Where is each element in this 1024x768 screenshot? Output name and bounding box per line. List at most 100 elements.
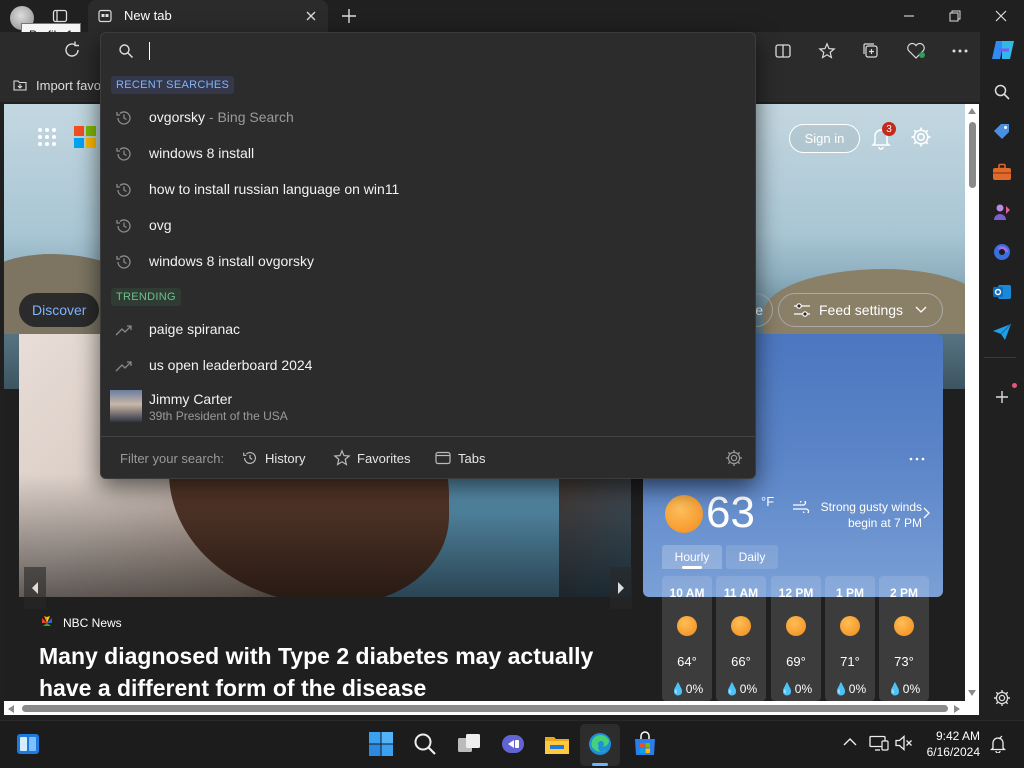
trending-arrow-icon <box>114 356 134 376</box>
scroll-up-arrow-icon[interactable] <box>967 107 977 115</box>
sunny-icon <box>894 616 914 636</box>
recent-search-text: ovgorsky <box>149 109 206 125</box>
split-screen-icon[interactable] <box>774 42 792 60</box>
trending-label: TRENDING <box>111 288 181 306</box>
sidebar-send-icon[interactable] <box>990 320 1014 344</box>
scroll-down-arrow-icon[interactable] <box>967 689 977 697</box>
temperature-unit: °F <box>761 494 775 509</box>
close-tab-icon[interactable] <box>304 9 318 23</box>
recent-search-item[interactable]: windows 8 install <box>101 135 755 171</box>
horizontal-scrollbar-thumb[interactable] <box>22 705 948 712</box>
page-settings-gear-icon[interactable] <box>910 126 932 148</box>
microsoft-store-icon[interactable] <box>632 731 658 757</box>
sidebar-outlook-icon[interactable] <box>990 280 1014 304</box>
history-icon <box>114 180 134 200</box>
recent-search-item[interactable]: windows 8 install ovgorsky <box>101 243 755 279</box>
history-icon <box>114 108 134 128</box>
nbc-news-logo-icon <box>40 615 54 629</box>
hour-temperature: 73° <box>894 654 914 669</box>
filter-history-button[interactable]: History <box>241 446 305 470</box>
sidebar-add-icon[interactable] <box>990 385 1014 409</box>
more-options-icon[interactable] <box>950 42 970 60</box>
volume-muted-icon[interactable] <box>895 735 913 751</box>
history-icon <box>114 216 134 236</box>
show-hidden-icons-chevron-icon[interactable] <box>843 737 857 747</box>
teams-chat-icon[interactable] <box>500 731 526 757</box>
sidebar-settings-gear-icon[interactable] <box>990 686 1014 710</box>
clock-date: 6/16/2024 <box>926 745 980 759</box>
start-menu-icon[interactable] <box>368 731 394 757</box>
collections-icon[interactable] <box>862 42 880 60</box>
filter-label: Filter your search: <box>120 451 225 466</box>
file-explorer-icon[interactable] <box>544 731 570 757</box>
sign-in-button[interactable]: Sign in <box>789 124 860 153</box>
carousel-next-button[interactable] <box>610 567 632 609</box>
sidebar-search-icon[interactable] <box>990 80 1014 104</box>
import-favorites-link[interactable]: Import favo <box>36 78 101 93</box>
chevron-right-icon[interactable] <box>922 507 932 519</box>
sidebar-games-icon[interactable] <box>990 200 1014 224</box>
refresh-icon[interactable] <box>62 40 82 60</box>
close-window-button[interactable] <box>978 0 1024 32</box>
trending-text: paige spiranac <box>149 321 241 337</box>
entity-suggestion-item[interactable]: Jimmy Carter 39th President of the USA <box>101 385 755 425</box>
address-bar-input[interactable] <box>101 33 755 71</box>
copilot-icon[interactable] <box>990 38 1016 62</box>
filter-tabs-button[interactable]: Tabs <box>434 446 485 470</box>
weather-more-icon[interactable] <box>906 452 928 466</box>
system-clock[interactable]: 9:42 AM 6/16/2024 <box>918 728 980 760</box>
tab-actions-icon[interactable] <box>52 8 68 24</box>
hour-temperature: 66° <box>731 654 751 669</box>
trending-item[interactable]: us open leaderboard 2024 <box>101 347 755 383</box>
task-view-icon[interactable] <box>456 731 482 757</box>
browser-essentials-icon[interactable] <box>906 42 926 60</box>
sunny-icon <box>786 616 806 636</box>
feed-settings-label: Feed settings <box>819 302 904 318</box>
suggestion-settings-gear-icon[interactable] <box>725 449 743 467</box>
notification-count-badge: 3 <box>882 122 896 136</box>
active-app-indicator <box>592 763 608 766</box>
favorites-star-icon[interactable] <box>818 42 836 60</box>
current-temperature: 63 <box>706 488 755 537</box>
weather-alert-text[interactable]: Strong gusty winds begin at 7 PM <box>812 499 922 531</box>
sidebar-shopping-icon[interactable] <box>990 120 1014 144</box>
widgets-icon[interactable] <box>15 731 41 757</box>
new-tab-page-icon <box>98 9 112 23</box>
recent-search-item[interactable]: ovg <box>101 207 755 243</box>
sidebar-tools-icon[interactable] <box>990 160 1014 184</box>
trending-item[interactable]: paige spiranac <box>101 311 755 347</box>
recent-search-text: how to install russian language on win11 <box>149 181 400 197</box>
sunny-icon <box>677 616 697 636</box>
filter-favorites-button[interactable]: Favorites <box>333 446 410 470</box>
recent-search-item[interactable]: ovgorsky - Bing Search <box>101 99 755 135</box>
vertical-scrollbar-thumb[interactable] <box>969 122 976 188</box>
trending-arrow-icon <box>114 320 134 340</box>
news-headline[interactable]: Many diagnosed with Type 2 diabetes may … <box>39 640 619 704</box>
display-icon[interactable] <box>869 735 889 751</box>
sidebar-copilot-app-icon[interactable] <box>990 240 1014 264</box>
filter-tabs-label: Tabs <box>458 450 486 466</box>
history-icon <box>114 252 134 272</box>
weather-tab-daily[interactable]: Daily <box>726 545 778 569</box>
minimize-button[interactable] <box>886 0 932 32</box>
scroll-left-arrow-icon[interactable] <box>7 704 15 714</box>
sunny-weather-icon <box>665 495 703 533</box>
recent-search-item[interactable]: how to install russian language on win11 <box>101 171 755 207</box>
discover-tab[interactable]: Discover <box>19 293 99 327</box>
new-tab-button[interactable] <box>340 7 358 25</box>
sidebar-notification-dot <box>1012 383 1017 388</box>
history-icon <box>241 449 259 467</box>
tab-title: New tab <box>124 8 172 23</box>
notification-center-icon[interactable] <box>990 735 1006 753</box>
feed-settings-button[interactable]: Feed settings <box>778 293 943 327</box>
restore-button[interactable] <box>932 0 978 32</box>
recent-search-text: ovg <box>149 217 172 233</box>
edge-browser-icon[interactable] <box>587 731 613 757</box>
scroll-right-arrow-icon[interactable] <box>953 704 961 714</box>
apps-grid-icon[interactable] <box>36 126 58 148</box>
taskbar-search-icon[interactable] <box>412 731 438 757</box>
vertical-scrollbar[interactable] <box>965 104 979 701</box>
import-favorites-icon[interactable] <box>12 77 28 93</box>
entity-thumbnail <box>110 390 142 422</box>
carousel-prev-button[interactable] <box>24 567 46 609</box>
